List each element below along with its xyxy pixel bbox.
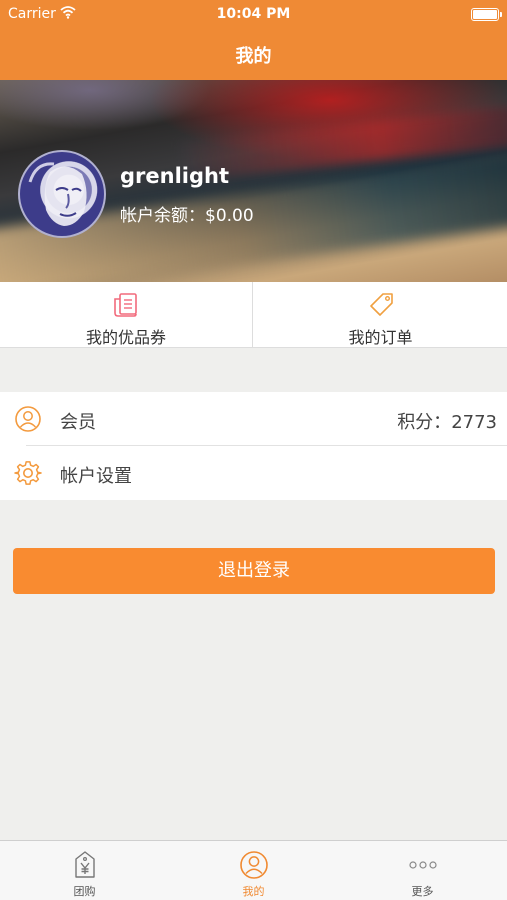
battery-icon — [471, 8, 502, 21]
my-orders-label: 我的订单 — [348, 328, 413, 347]
account-balance: 帐户余额：$0.00 — [120, 201, 254, 226]
logout-button[interactable]: 退出登录 — [13, 548, 495, 594]
page-title: 我的 — [235, 46, 272, 67]
user-circle-icon — [15, 406, 41, 432]
points: 积分：2773 — [397, 408, 497, 434]
member-row[interactable]: 会员 积分：2773 — [0, 392, 507, 446]
my-coupons-button[interactable]: 我的优品券 — [0, 282, 253, 348]
tab-more[interactable]: 更多 — [338, 841, 507, 900]
tab-more-label: 更多 — [411, 885, 434, 898]
profile-header: grenlight 帐户余额：$0.00 — [0, 80, 507, 282]
gear-icon — [14, 461, 42, 485]
tab-mine[interactable]: 我的 — [169, 841, 338, 900]
points-value: 2773 — [451, 412, 497, 433]
tab-group-buy[interactable]: 团购 — [0, 841, 169, 900]
account-settings-label: 帐户设置 — [60, 466, 132, 487]
my-orders-button[interactable]: 我的订单 — [254, 282, 507, 348]
status-time: 10:04 PM — [216, 6, 291, 22]
yen-tag-icon — [74, 851, 95, 878]
avatar[interactable] — [18, 150, 106, 238]
my-coupons-label: 我的优品券 — [85, 328, 166, 347]
account-settings-row[interactable]: 帐户设置 — [0, 446, 507, 500]
settings-list: 会员 积分：2773 帐户设置 — [0, 392, 507, 500]
balance-value: $0.00 — [205, 206, 254, 226]
tab-mine-label: 我的 — [242, 885, 265, 898]
member-label: 会员 — [60, 412, 96, 433]
navigation-bar: Carrier 10:04 PM 我的 — [0, 0, 507, 80]
coupon-icon — [114, 293, 137, 317]
balance-label: 帐户余额： — [120, 206, 205, 226]
user-circle-icon — [239, 851, 268, 879]
tab-bar: 团购 我的 更多 — [0, 840, 507, 900]
quick-actions: 我的优品券 我的订单 — [0, 282, 507, 348]
points-label: 积分： — [397, 412, 452, 433]
username: grenlight — [120, 164, 229, 188]
status-bar: Carrier 10:04 PM — [0, 0, 507, 28]
more-dots-icon — [408, 861, 437, 869]
tab-group-buy-label: 团购 — [73, 885, 96, 898]
avatar-portrait — [28, 162, 87, 226]
tag-icon — [369, 293, 393, 316]
